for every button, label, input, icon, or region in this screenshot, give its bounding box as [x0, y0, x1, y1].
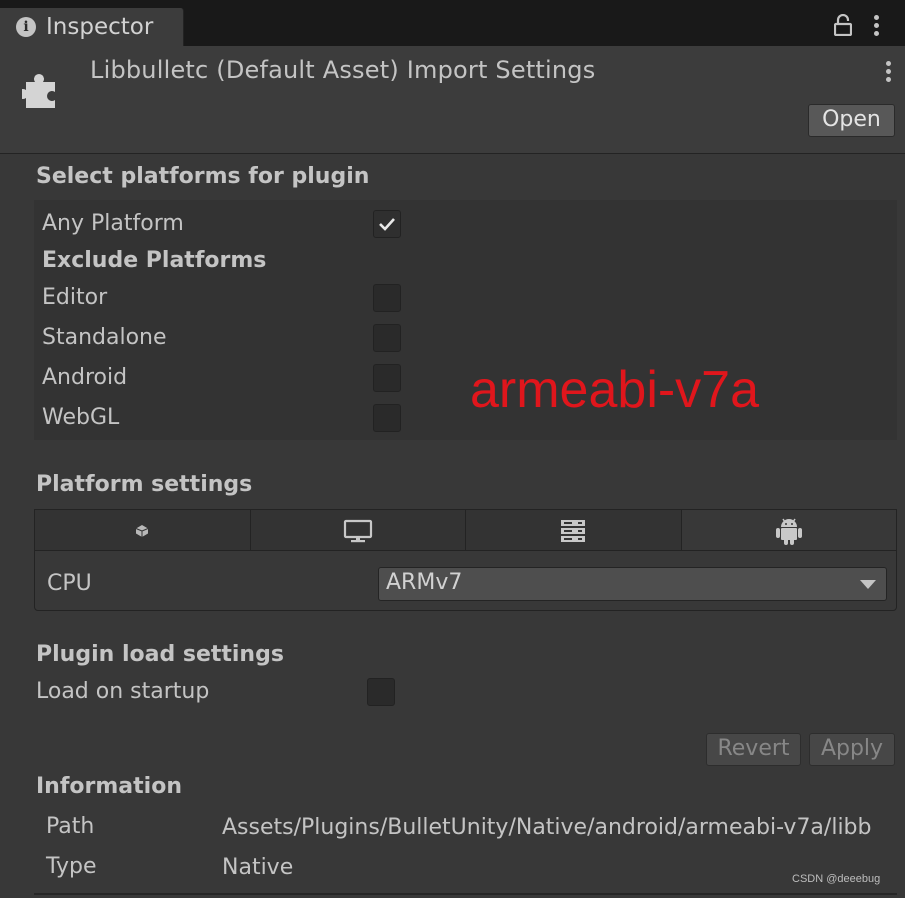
plugin-load-settings-title: Plugin load settings [36, 642, 284, 667]
exclude-standalone-checkbox[interactable] [373, 324, 401, 352]
path-value: Assets/Plugins/BulletUnity/Native/androi… [222, 815, 872, 840]
android-settings-panel: CPU ARMv7 [34, 550, 897, 611]
inspector-header: Libbulletc (Default Asset) Import Settin… [0, 46, 905, 154]
exclude-standalone-label: Standalone [42, 325, 167, 350]
monitor-icon [343, 519, 372, 542]
cpu-label: CPU [47, 571, 92, 596]
exclude-platforms-title: Exclude Platforms [42, 248, 267, 273]
divider [34, 893, 897, 895]
platform-tabs [34, 509, 897, 551]
exclude-webgl-label: WebGL [42, 405, 120, 430]
window-tab-bar: i Inspector [0, 0, 905, 46]
import-settings-title: Libbulletc (Default Asset) Import Settin… [90, 56, 596, 84]
tab-editor[interactable] [35, 510, 251, 551]
watermark: CSDN @deeebug [792, 873, 881, 885]
tab-android[interactable] [681, 510, 896, 551]
open-button[interactable]: Open [808, 104, 895, 137]
abi-annotation: armeabi-v7a [470, 361, 760, 419]
inspector-tab-title: Inspector [46, 14, 154, 40]
any-platform-label: Any Platform [42, 211, 184, 236]
header-kebab-menu-icon[interactable] [886, 61, 892, 82]
tab-server[interactable] [466, 510, 682, 551]
select-platforms-title: Select platforms for plugin [36, 164, 370, 189]
revert-button[interactable]: Revert [706, 733, 801, 766]
load-on-startup-checkbox[interactable] [367, 678, 395, 706]
server-icon [561, 519, 586, 542]
platform-settings-title: Platform settings [36, 472, 253, 497]
unity-editor-icon [136, 524, 149, 537]
puzzle-piece-icon [22, 74, 55, 108]
cpu-dropdown[interactable]: ARMv7 [378, 567, 887, 601]
chevron-down-icon [860, 580, 876, 589]
exclude-android-checkbox[interactable] [373, 364, 401, 392]
type-value: Native [222, 855, 294, 880]
lock-icon[interactable] [834, 14, 852, 36]
information-title: Information [36, 774, 182, 799]
info-icon: i [16, 17, 36, 37]
checkmark-icon [379, 218, 395, 231]
platform-selection-panel [34, 200, 897, 440]
load-on-startup-label: Load on startup [36, 679, 210, 704]
exclude-editor-checkbox[interactable] [373, 284, 401, 312]
apply-button[interactable]: Apply [809, 733, 895, 766]
cpu-dropdown-value: ARMv7 [386, 570, 463, 595]
path-label: Path [46, 814, 95, 839]
any-platform-checkbox[interactable] [373, 210, 401, 238]
tab-kebab-menu-icon[interactable] [874, 15, 880, 36]
exclude-editor-label: Editor [42, 285, 108, 310]
exclude-android-label: Android [42, 365, 128, 390]
tab-standalone[interactable] [250, 510, 466, 551]
inspector-tab[interactable]: i Inspector [0, 8, 184, 46]
exclude-webgl-checkbox[interactable] [373, 404, 401, 432]
type-label: Type [46, 854, 97, 879]
android-icon [775, 518, 802, 545]
